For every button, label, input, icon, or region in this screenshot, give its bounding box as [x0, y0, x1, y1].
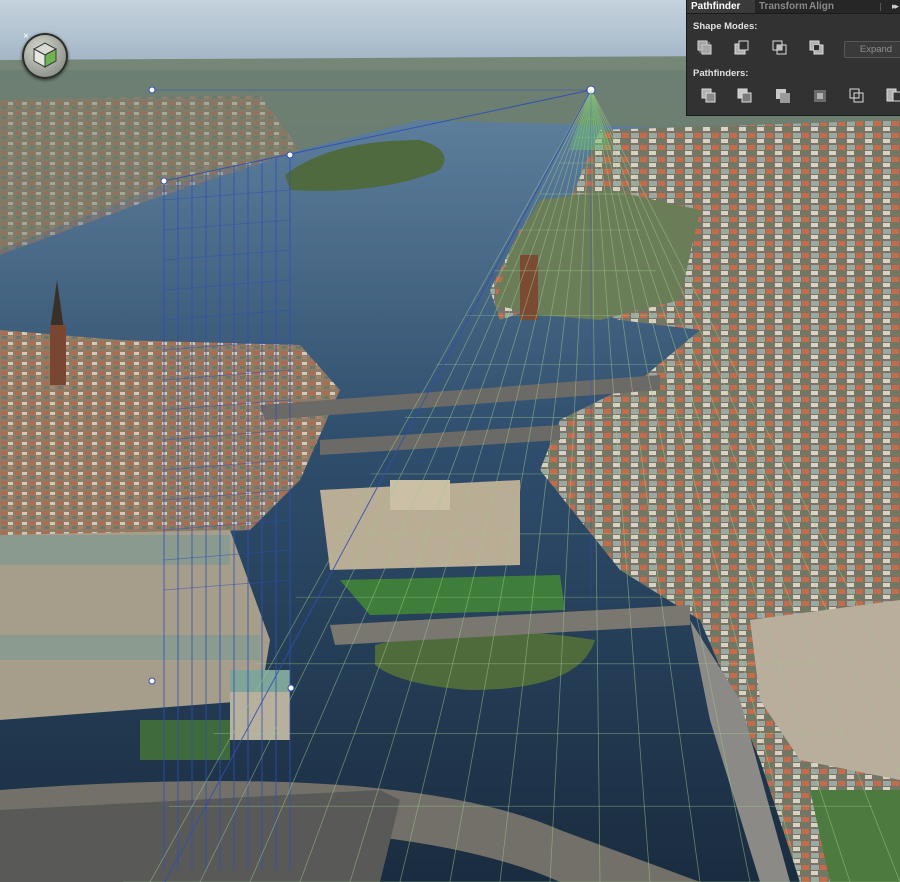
- tab-divider: [880, 3, 881, 11]
- pathfinders-label: Pathfinders:: [693, 68, 749, 79]
- ground-level-handle[interactable]: [148, 677, 156, 685]
- crop-icon[interactable]: [811, 87, 829, 105]
- unite-icon[interactable]: [696, 39, 714, 57]
- tab-align[interactable]: Align: [805, 0, 849, 13]
- grid-cell-size-handle[interactable]: [286, 151, 294, 159]
- horizon-handle[interactable]: [148, 86, 156, 94]
- shape-modes-label: Shape Modes:: [693, 21, 758, 32]
- plane-switching-widget[interactable]: ×: [22, 32, 68, 79]
- divide-icon[interactable]: [700, 87, 718, 105]
- grid-extent-handle-bottom[interactable]: [287, 684, 295, 692]
- intersect-icon[interactable]: [771, 39, 789, 57]
- grid-extent-handle-top[interactable]: [160, 177, 168, 185]
- outline-icon[interactable]: [848, 87, 866, 105]
- minus-front-icon[interactable]: [733, 39, 751, 57]
- tab-pathfinder[interactable]: Pathfinder: [687, 0, 755, 13]
- panel-menu-icon[interactable]: ▸▸: [892, 0, 899, 13]
- expand-button[interactable]: Expand: [844, 41, 900, 58]
- exclude-icon[interactable]: [808, 39, 826, 57]
- trim-icon[interactable]: [736, 87, 754, 105]
- tab-transform[interactable]: Transform: [755, 0, 807, 13]
- pathfinder-panel: Pathfinder Transform Align ▸▸ Shape Mode…: [686, 0, 900, 116]
- panel-tab-bar: Pathfinder Transform Align ▸▸: [687, 0, 900, 14]
- close-icon[interactable]: ×: [23, 32, 29, 42]
- merge-icon[interactable]: [774, 87, 792, 105]
- artboard[interactable]: [0, 0, 900, 882]
- minus-back-icon[interactable]: [885, 87, 900, 105]
